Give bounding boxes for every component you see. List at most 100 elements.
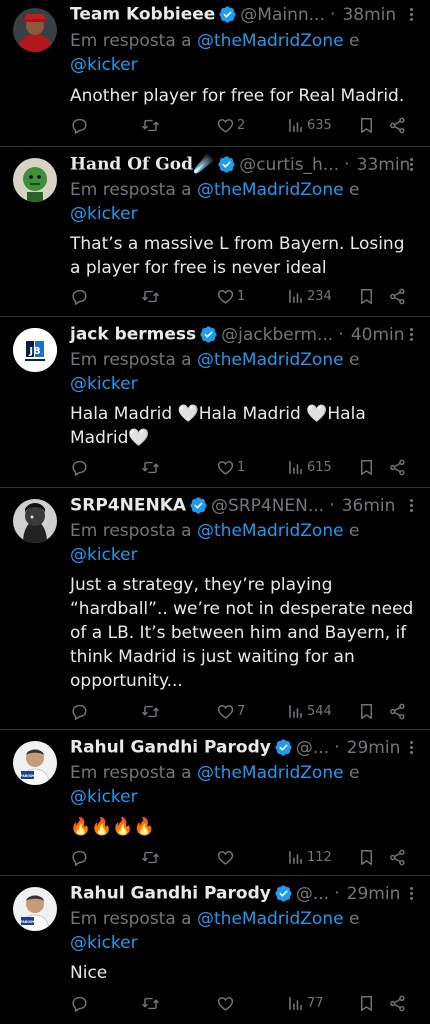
author-name[interactable]: Team Kobbieee xyxy=(70,5,215,25)
reply-button[interactable] xyxy=(70,284,89,308)
share-button[interactable] xyxy=(388,455,407,479)
reply-button[interactable] xyxy=(70,455,89,479)
tweet-text: That’s a massive L from Bayern. Losing a… xyxy=(70,234,405,278)
avatar[interactable]: PARODY xyxy=(13,741,57,785)
timestamp[interactable]: 33min xyxy=(357,155,411,175)
verified-icon xyxy=(218,5,237,24)
avatar[interactable] xyxy=(13,158,57,202)
share-button[interactable] xyxy=(388,845,407,869)
more-options-icon[interactable] xyxy=(410,158,414,173)
more-options-icon[interactable] xyxy=(410,887,414,902)
author-handle[interactable]: @SRP4NEN... xyxy=(211,496,324,516)
reply-button[interactable] xyxy=(70,991,89,1015)
avatar[interactable]: PARODY xyxy=(13,887,57,931)
timestamp[interactable]: 29min xyxy=(347,884,401,904)
timestamp[interactable]: 38min xyxy=(342,5,396,25)
retweet-icon xyxy=(141,458,160,477)
more-options-icon[interactable] xyxy=(410,741,414,756)
mention-link[interactable]: @theMadridZone xyxy=(197,31,344,51)
views-button[interactable]: 234 xyxy=(286,284,332,308)
share-icon xyxy=(388,994,407,1013)
timestamp[interactable]: 40min xyxy=(351,325,405,345)
tweet[interactable]: PARODY Rahul Gandhi Parody @... · 29min E… xyxy=(0,729,430,876)
mention-link[interactable]: @kicker xyxy=(70,374,138,394)
tweet[interactable]: SRP4NENKA @SRP4NEN... · 36min Em resposta… xyxy=(0,487,430,730)
reply-icon xyxy=(70,287,89,306)
tweet[interactable]: Team Kobbieee @Mainn... · 38min Em respos… xyxy=(0,0,430,147)
share-button[interactable] xyxy=(388,699,407,723)
more-options-icon[interactable] xyxy=(410,328,414,343)
like-button[interactable] xyxy=(216,845,237,869)
retweet-button[interactable] xyxy=(141,455,160,479)
tweet[interactable]: Hand Of God☄️ @curtis_h... · 33min Em res… xyxy=(0,146,430,317)
reply-button[interactable] xyxy=(70,845,89,869)
mention-link[interactable]: @theMadridZone xyxy=(197,763,344,783)
views-button[interactable]: 635 xyxy=(286,113,332,137)
views-icon xyxy=(286,458,305,477)
mention-link[interactable]: @kicker xyxy=(70,787,138,807)
bookmark-button[interactable] xyxy=(357,845,376,869)
retweet-button[interactable] xyxy=(141,113,160,137)
bookmark-button[interactable] xyxy=(357,991,376,1015)
retweet-button[interactable] xyxy=(141,845,160,869)
like-button[interactable] xyxy=(216,991,237,1015)
timestamp[interactable]: 29min xyxy=(347,738,401,758)
reply-button[interactable] xyxy=(70,113,89,137)
bookmark-button[interactable] xyxy=(357,699,376,723)
bookmark-button[interactable] xyxy=(357,113,376,137)
author-name[interactable]: SRP4NENKA xyxy=(70,496,186,516)
author-handle[interactable]: @jackberm... xyxy=(221,325,333,345)
views-button[interactable]: 112 xyxy=(286,845,332,869)
author-name[interactable]: Rahul Gandhi Parody xyxy=(70,738,271,758)
view-count: 635 xyxy=(307,117,332,133)
avatar[interactable]: JB xyxy=(13,328,57,372)
author-name[interactable]: Rahul Gandhi Parody xyxy=(70,884,271,904)
retweet-button[interactable] xyxy=(141,699,160,723)
mention-link[interactable]: @kicker xyxy=(70,204,138,224)
author-handle[interactable]: @... xyxy=(296,738,329,758)
heart-icon xyxy=(216,994,235,1013)
author-handle[interactable]: @Mainn... xyxy=(240,5,325,25)
avatar[interactable] xyxy=(13,8,57,52)
like-button[interactable]: 1 xyxy=(216,455,245,479)
reply-and: e xyxy=(348,909,360,929)
separator-dot: · xyxy=(329,495,335,516)
author-name[interactable]: Hand Of God☄️ xyxy=(70,155,214,175)
author-handle[interactable]: @... xyxy=(296,884,329,904)
retweet-icon xyxy=(141,287,160,306)
author-handle[interactable]: @curtis_h... xyxy=(239,155,339,175)
reply-button[interactable] xyxy=(70,699,89,723)
tweet[interactable]: JB jack bermess @jackberm... · 40min Em r… xyxy=(0,316,430,488)
more-options-icon[interactable] xyxy=(410,499,414,514)
views-button[interactable]: 615 xyxy=(286,455,332,479)
share-button[interactable] xyxy=(388,113,407,137)
more-options-icon[interactable] xyxy=(410,8,414,23)
action-bar: 7 544 xyxy=(70,699,422,723)
reply-prefix: Em resposta a xyxy=(70,31,192,51)
author-name[interactable]: jack bermess xyxy=(70,325,196,345)
share-button[interactable] xyxy=(388,991,407,1015)
bookmark-button[interactable] xyxy=(357,455,376,479)
mention-link[interactable]: @kicker xyxy=(70,933,138,953)
heart-icon xyxy=(216,287,235,306)
retweet-button[interactable] xyxy=(141,284,160,308)
like-count: 1 xyxy=(237,459,246,475)
tweet[interactable]: PARODY Rahul Gandhi Parody @... · 29min E… xyxy=(0,875,430,1024)
views-button[interactable]: 544 xyxy=(286,699,332,723)
timestamp[interactable]: 36min xyxy=(342,496,396,516)
mention-link[interactable]: @kicker xyxy=(70,55,138,75)
mention-link[interactable]: @kicker xyxy=(70,545,138,565)
bookmark-button[interactable] xyxy=(357,284,376,308)
like-button[interactable]: 1 xyxy=(216,284,245,308)
views-button[interactable]: 77 xyxy=(286,991,324,1015)
verified-icon xyxy=(199,325,218,344)
mention-link[interactable]: @theMadridZone xyxy=(197,350,344,370)
like-button[interactable]: 2 xyxy=(216,113,245,137)
mention-link[interactable]: @theMadridZone xyxy=(197,521,344,541)
like-button[interactable]: 7 xyxy=(216,699,245,723)
mention-link[interactable]: @theMadridZone xyxy=(197,909,344,929)
mention-link[interactable]: @theMadridZone xyxy=(197,180,344,200)
share-button[interactable] xyxy=(388,284,407,308)
avatar[interactable] xyxy=(13,499,57,543)
retweet-button[interactable] xyxy=(141,991,160,1015)
